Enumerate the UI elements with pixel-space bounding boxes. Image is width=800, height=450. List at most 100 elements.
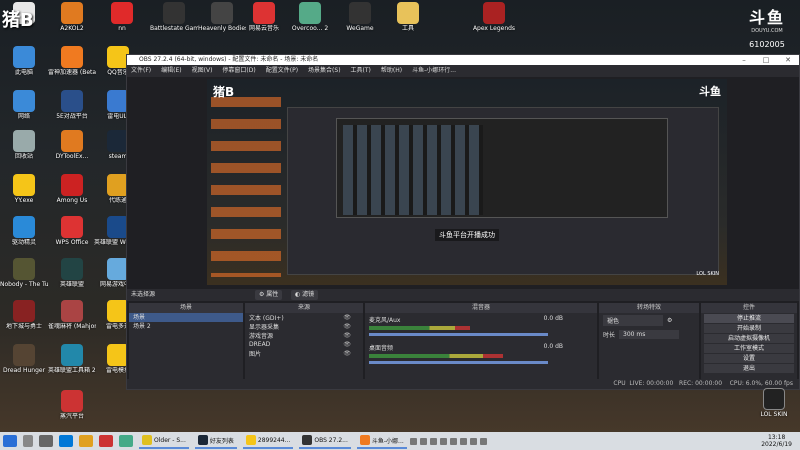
desktop-icon[interactable]: 英雄联盟工具箱 2022	[48, 344, 96, 396]
desktop-icon[interactable]: WeGame	[336, 2, 384, 54]
search-icon[interactable]	[23, 435, 33, 447]
transition-gear-icon[interactable]: ⚙	[667, 317, 672, 324]
source-item[interactable]: 游戏音源 👁	[245, 331, 363, 340]
mixer-db: 0.0 dB	[543, 343, 563, 350]
volume-slider[interactable]	[369, 333, 549, 336]
visibility-eye-icon[interactable]: 👁	[343, 323, 351, 330]
taskbar-app[interactable]: 2899244...	[242, 433, 294, 449]
desktop-icon-label: Battlestate Games L...	[150, 25, 198, 32]
menu-item[interactable]: 斗鱼-小娜环行...	[412, 65, 456, 77]
desktop-icon-label: YY.exe	[14, 197, 34, 204]
maximize-icon[interactable]: □	[755, 55, 777, 65]
filters-button[interactable]: ◐ 滤镜	[291, 290, 319, 300]
app-icon	[13, 344, 35, 366]
edge-icon[interactable]	[59, 435, 73, 447]
app-icon	[13, 300, 35, 322]
obs-window[interactable]: OBS 27.2.4 (64-bit, windows) - 配置文件: 未命名…	[126, 54, 800, 390]
menu-item[interactable]: 停靠窗口(D)	[222, 65, 255, 77]
taskbar-app[interactable]: 斗鱼-小娜...	[356, 433, 407, 449]
minimize-icon[interactable]: –	[733, 55, 755, 65]
source-item[interactable]: DREAD 👁	[245, 340, 363, 349]
chrome-icon[interactable]	[119, 435, 133, 447]
source-list: 文本 (GDI+) 👁 显示器采集 👁 游戏音源 👁 DREAD 👁 图片 👁	[245, 313, 363, 358]
mixer-channel-name: 麦克风/Aux	[369, 317, 401, 324]
desktop-icon-label: 雀魂麻将 (Mahjong...	[48, 323, 96, 330]
taskbar-app-icon	[197, 435, 208, 445]
visibility-eye-icon[interactable]: 👁	[343, 350, 351, 357]
system-tray[interactable]	[409, 437, 487, 445]
visibility-eye-icon[interactable]: 👁	[343, 314, 351, 321]
duration-input[interactable]: 300 ms	[619, 330, 680, 339]
taskbar-app-icon	[245, 435, 256, 445]
menu-item[interactable]: 配置文件(P)	[266, 65, 298, 77]
stream-watermark: 猪B	[2, 10, 34, 31]
transition-type-select[interactable]: 褪色	[603, 315, 663, 326]
control-button[interactable]: 停止推流	[704, 314, 794, 323]
wps-icon[interactable]	[99, 435, 113, 447]
desktop-icon[interactable]: 工具	[384, 2, 432, 54]
source-item[interactable]: 文本 (GDI+) 👁	[245, 313, 363, 322]
app-icon	[13, 174, 35, 196]
control-button[interactable]: 工作室模式	[704, 344, 794, 353]
desktop-icon-label: 驱动精灵	[11, 239, 36, 246]
app-icon	[61, 90, 83, 112]
obs-menubar: 文件(F) 编辑(E) 视图(V) 停靠窗口(D) 配置文件(P) 场景集合(S) 工具(T…	[127, 65, 799, 77]
volume-meter	[369, 354, 504, 358]
menu-item[interactable]: 工具(T)	[351, 65, 371, 77]
scenes-title: 场景	[129, 303, 243, 313]
desktop-icon-label: Nobody - The Turna...	[0, 281, 48, 288]
visibility-eye-icon[interactable]: 👁	[343, 332, 351, 339]
app-icon	[13, 130, 35, 152]
start-icon[interactable]	[3, 435, 17, 447]
menu-item[interactable]: 场景集合(S)	[308, 65, 341, 77]
source-label: 图片	[249, 351, 262, 358]
app-icon	[211, 2, 233, 24]
source-label: 显示器采集	[249, 324, 280, 331]
app-icon	[61, 130, 83, 152]
obs-preview[interactable]: 猪B 斗鱼 斗鱼平台开播成功 LOL SKIN	[207, 79, 727, 285]
menu-item[interactable]: 帮助(H)	[381, 65, 402, 77]
desktop-icon[interactable]: Dread Hunger	[0, 344, 48, 396]
taskbar-app[interactable]: OBS 27.2...	[299, 433, 351, 449]
explorer-icon[interactable]	[79, 435, 93, 447]
filters-label: 滤镜	[302, 291, 315, 298]
app-icon	[61, 344, 83, 366]
mixer-channel-name: 桌面音频	[369, 345, 394, 352]
obs-titlebar[interactable]: OBS 27.2.4 (64-bit, windows) - 配置文件: 未命名…	[127, 55, 799, 65]
volume-meter	[369, 326, 470, 330]
desktop-icon[interactable]: Heavenly Bodies	[198, 2, 246, 54]
clock[interactable]: 13:18 2022/6/19	[761, 434, 792, 448]
sources-title: 来源	[245, 303, 363, 313]
desktop-icon[interactable]: Overcoo... 2	[286, 2, 334, 54]
source-label: 游戏音源	[249, 333, 274, 340]
menu-item[interactable]: 编辑(E)	[161, 65, 181, 77]
taskbar-app[interactable]: 好友列表	[194, 433, 237, 449]
control-button[interactable]: 启动虚拟摄像机	[704, 334, 794, 343]
menu-item[interactable]: 文件(F)	[131, 65, 151, 77]
close-icon[interactable]: ✕	[777, 55, 799, 65]
app-icon	[61, 174, 83, 196]
control-button[interactable]: 退出	[704, 364, 794, 373]
desktop-icon[interactable]: 网易云音乐	[240, 2, 288, 54]
source-item[interactable]: 显示器采集 👁	[245, 322, 363, 331]
control-button[interactable]: 开始录制	[704, 324, 794, 333]
obs-statusbar: CPU LIVE: 00:00:00 REC: 00:00:00 CPU: 6.…	[127, 379, 799, 389]
douyu-url: DOUYU.COM	[751, 28, 783, 34]
taskbar-app[interactable]: Older - S...	[139, 433, 189, 449]
scene-item[interactable]: 场景 2	[129, 322, 243, 331]
source-item[interactable]: 图片 👁	[245, 349, 363, 358]
visibility-eye-icon[interactable]: 👁	[343, 341, 351, 348]
desktop-icon-label: 蒸汽平台	[59, 413, 84, 420]
menu-item[interactable]: 视图(V)	[192, 65, 213, 77]
taskbar-app-icon	[142, 435, 152, 445]
desktop-icon-label: 网络	[17, 113, 30, 120]
task-view-icon[interactable]	[39, 435, 53, 447]
taskbar-app-label: 好友列表	[209, 437, 234, 445]
scene-item[interactable]: 场景	[129, 313, 243, 322]
volume-slider[interactable]	[369, 361, 549, 364]
properties-button[interactable]: ⚙ 属性	[255, 290, 283, 300]
desktop-icon[interactable]: Apex Legends	[470, 2, 518, 54]
desktop-icon[interactable]: Battlestate Games L...	[150, 2, 198, 54]
lol-skin-icon[interactable]: LOL SKIN	[752, 388, 796, 418]
control-button[interactable]: 设置	[704, 354, 794, 363]
